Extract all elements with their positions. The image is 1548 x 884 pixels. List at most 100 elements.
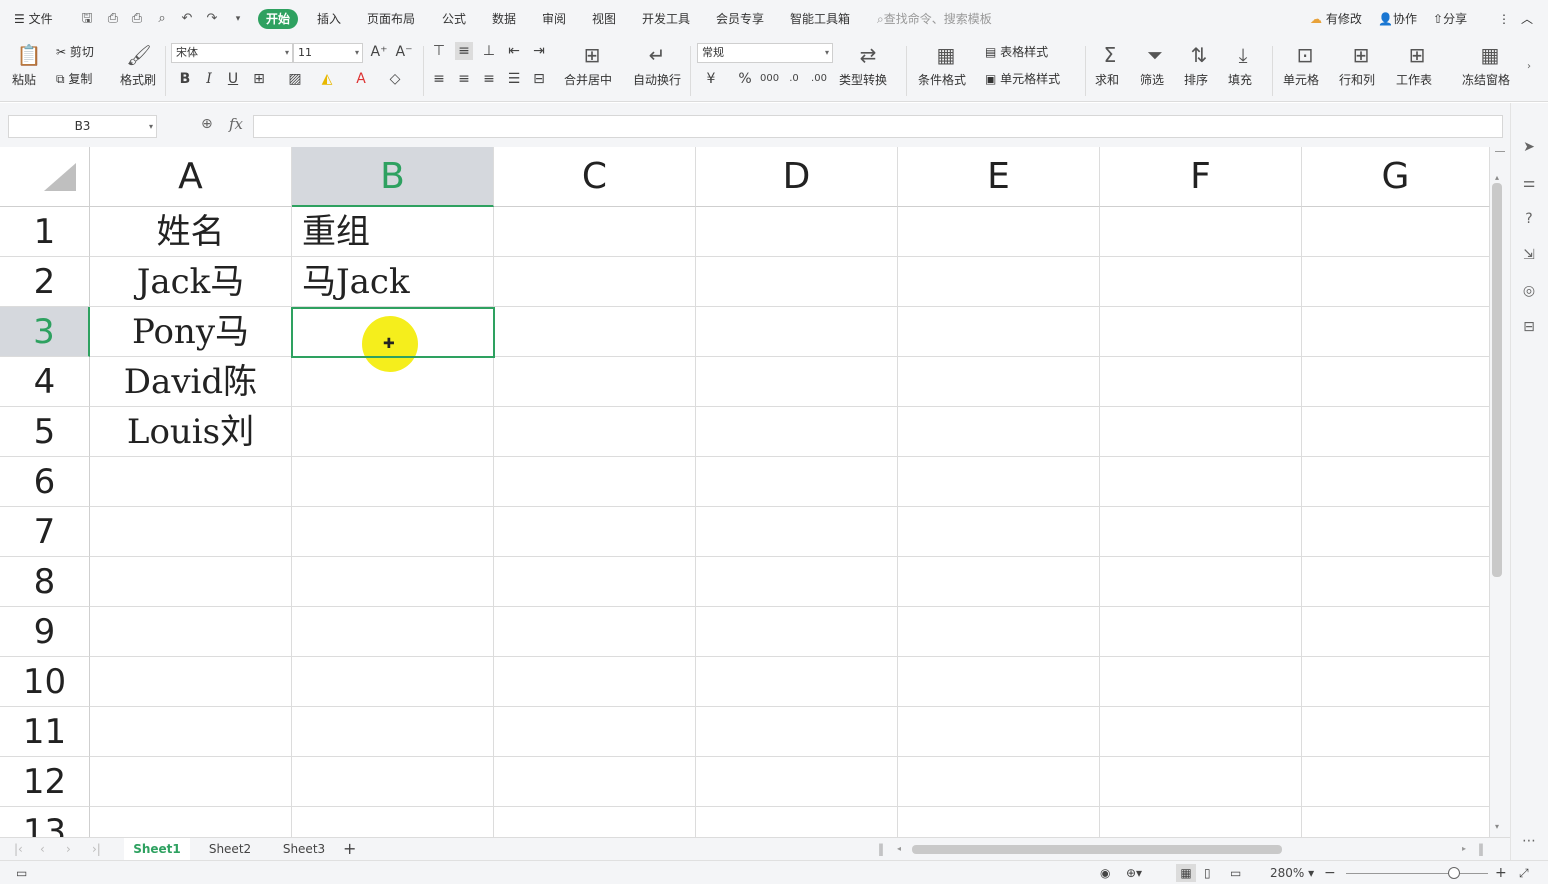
row-header-12[interactable]: 12 [0,757,90,807]
cell-b2[interactable]: 马Jack [292,257,494,307]
zoom-out-icon[interactable]: − [1324,864,1336,882]
cell-a11[interactable] [90,707,292,757]
column-header-e[interactable]: E [898,147,1100,207]
number-format-select[interactable]: 常规 ▾ [697,43,833,63]
cell-d10[interactable] [696,657,898,707]
clear-format-icon[interactable]: ◇ [386,70,404,88]
cell-c1[interactable] [494,207,696,257]
cell-e11[interactable] [898,707,1100,757]
zoom-level[interactable]: 280% ▾ [1270,864,1314,882]
cell-g12[interactable] [1302,757,1490,807]
cell-f13[interactable] [1100,807,1302,837]
tab-review[interactable]: 审阅 [542,10,566,28]
cell-a7[interactable] [90,507,292,557]
cell-g2[interactable] [1302,257,1490,307]
vertical-scrollbar[interactable]: ▴ ▾ [1490,147,1510,837]
column-header-f[interactable]: F [1100,147,1302,207]
cell-d3[interactable] [696,307,898,357]
cell-d12[interactable] [696,757,898,807]
cell-e13[interactable] [898,807,1100,837]
cell-a6[interactable] [90,457,292,507]
name-box[interactable]: B3 ▾ [8,115,157,138]
underline-button[interactable]: U [224,70,242,88]
cell-e1[interactable] [898,207,1100,257]
cell-a3[interactable]: Pony马 [90,307,292,357]
cell-b10[interactable] [292,657,494,707]
italic-button[interactable]: I [200,70,218,88]
cell-d5[interactable] [696,407,898,457]
cell-e9[interactable] [898,607,1100,657]
cell-a13[interactable] [90,807,292,837]
cell-b9[interactable] [292,607,494,657]
cell-f6[interactable] [1100,457,1302,507]
scroll-left-icon[interactable]: ◂ [897,838,901,860]
tab-split-handle[interactable]: ‖ [878,838,884,860]
cell-b1[interactable]: 重组 [292,207,494,257]
cell-b12[interactable] [292,757,494,807]
decrease-font-icon[interactable]: A⁻ [395,43,413,61]
prev-sheet-icon[interactable]: ‹ [40,838,45,860]
cell-e3[interactable] [898,307,1100,357]
collapse-ribbon-icon[interactable]: ︿ [1521,10,1533,28]
tab-smart-toolbox[interactable]: 智能工具箱 [790,10,850,28]
cell-c7[interactable] [494,507,696,557]
cell-c5[interactable] [494,407,696,457]
cell-style-button[interactable]: ▣ 单元格样式 [985,71,1060,87]
type-convert-icon[interactable]: ⇄ [855,42,881,68]
increase-decimal-icon[interactable]: .0 [785,70,803,88]
help-icon[interactable]: ? [1519,209,1539,229]
font-color-icon[interactable]: A [352,70,370,88]
cell-f10[interactable] [1100,657,1302,707]
collaborate-button[interactable]: 👤协作 [1378,10,1417,28]
decrease-indent-icon[interactable]: ⇤ [505,42,523,60]
cell-e7[interactable] [898,507,1100,557]
cell-g7[interactable] [1302,507,1490,557]
last-sheet-icon[interactable]: ›| [92,838,101,860]
type-convert-button[interactable]: 类型转换 [839,72,887,88]
tab-page-layout[interactable]: 页面布局 [367,10,415,28]
cell-g9[interactable] [1302,607,1490,657]
cell-d8[interactable] [696,557,898,607]
row-header-6[interactable]: 6 [0,457,90,507]
align-bottom-icon[interactable]: ⊥ [480,42,498,60]
cell-b11[interactable] [292,707,494,757]
cell-icon[interactable]: ⊡ [1292,42,1318,68]
formula-input[interactable] [253,115,1503,138]
print-preview-icon[interactable]: ⌕ [153,10,171,28]
cell-d4[interactable] [696,357,898,407]
justify-icon[interactable]: ☰ [505,70,523,88]
cell-a9[interactable] [90,607,292,657]
fx-icon[interactable]: fx [229,115,243,133]
cell-c12[interactable] [494,757,696,807]
paste-button[interactable]: 粘贴 [12,72,36,88]
next-sheet-icon[interactable]: › [66,838,71,860]
cell-g10[interactable] [1302,657,1490,707]
decrease-decimal-icon[interactable]: .00 [810,70,828,88]
cell-b8[interactable] [292,557,494,607]
sheet-tab-3[interactable]: Sheet3 [272,838,336,860]
freeze-panes-icon[interactable]: ▦ [1477,42,1503,68]
hscroll-split-handle[interactable]: ‖ [1478,838,1484,860]
cell-button[interactable]: 单元格 [1283,72,1319,88]
cell-a8[interactable] [90,557,292,607]
table-style-button[interactable]: ▤ 表格样式 [985,44,1048,60]
tab-member[interactable]: 会员专享 [716,10,764,28]
cell-e4[interactable] [898,357,1100,407]
cell-g13[interactable] [1302,807,1490,837]
filter-icon[interactable]: ⏷ [1142,42,1168,68]
cell-g4[interactable] [1302,357,1490,407]
save-icon[interactable]: 🖫 [78,10,96,28]
zoom-slider-handle[interactable] [1448,867,1460,879]
undo-icon[interactable]: ↶ [178,10,196,28]
cell-d13[interactable] [696,807,898,837]
sheet-tab-2[interactable]: Sheet2 [198,838,262,860]
vertical-scroll-thumb[interactable] [1492,183,1502,577]
cell-g6[interactable] [1302,457,1490,507]
zoom-formula-icon[interactable]: ⊕ [201,116,213,132]
cell-d9[interactable] [696,607,898,657]
font-size-select[interactable]: 11 ▾ [293,43,363,63]
cell-f12[interactable] [1100,757,1302,807]
redo-icon[interactable]: ↷ [203,10,221,28]
cell-c8[interactable] [494,557,696,607]
cell-d1[interactable] [696,207,898,257]
